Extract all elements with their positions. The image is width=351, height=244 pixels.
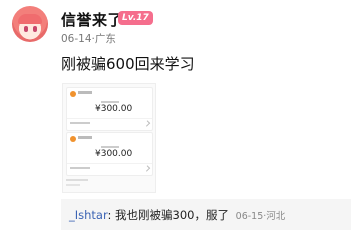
payment-card: ¥300.00 <box>66 132 153 176</box>
author-name[interactable]: 信誉来了 <box>61 9 123 30</box>
reply-preview[interactable]: _Ishtar: 我也刚被骗300，服了 06-15·河北 <box>61 199 351 230</box>
post-date: 06-14 <box>61 33 92 45</box>
reply-text: 我也刚被骗300，服了 <box>115 208 229 222</box>
payment-app-name <box>78 136 92 139</box>
reply-content: _Ishtar: 我也刚被骗300，服了 06-15·河北 <box>69 207 285 223</box>
payment-card: ¥300.00 <box>66 87 153 131</box>
reply-date: 06-15 <box>235 211 264 222</box>
post-location: 广东 <box>94 33 116 45</box>
payment-amount: ¥300.00 <box>95 149 133 159</box>
post-meta: 06-14·广东 <box>61 31 116 46</box>
reply-meta: 06-15·河北 <box>235 211 286 222</box>
post-text: 刚被骗600回来学习 <box>61 55 195 73</box>
payment-detail <box>70 167 90 169</box>
payment-app-icon <box>70 136 76 142</box>
chevron-right-icon <box>143 120 151 127</box>
payment-detail <box>70 122 90 124</box>
level-badge: Lv.17 <box>118 11 153 25</box>
card-divider <box>67 118 152 119</box>
screenshot-footer-line <box>66 184 80 186</box>
screenshot-footer-line <box>66 179 88 181</box>
avatar-hair <box>18 14 42 24</box>
payment-app-icon <box>70 91 76 97</box>
user-avatar[interactable] <box>12 6 48 42</box>
reply-username[interactable]: _Ishtar <box>69 208 108 222</box>
chevron-right-icon <box>143 165 151 172</box>
payment-amount: ¥300.00 <box>95 104 133 114</box>
payment-subtitle <box>101 146 119 148</box>
card-divider <box>67 163 152 164</box>
payment-subtitle <box>101 101 119 103</box>
payment-app-name <box>78 91 92 94</box>
reply-separator: : <box>107 208 116 222</box>
avatar-eye-left <box>24 26 28 32</box>
attached-screenshot[interactable]: ¥300.00 ¥300.00 <box>62 83 156 193</box>
reply-location: 河北 <box>266 211 286 222</box>
avatar-eye-right <box>33 26 37 32</box>
